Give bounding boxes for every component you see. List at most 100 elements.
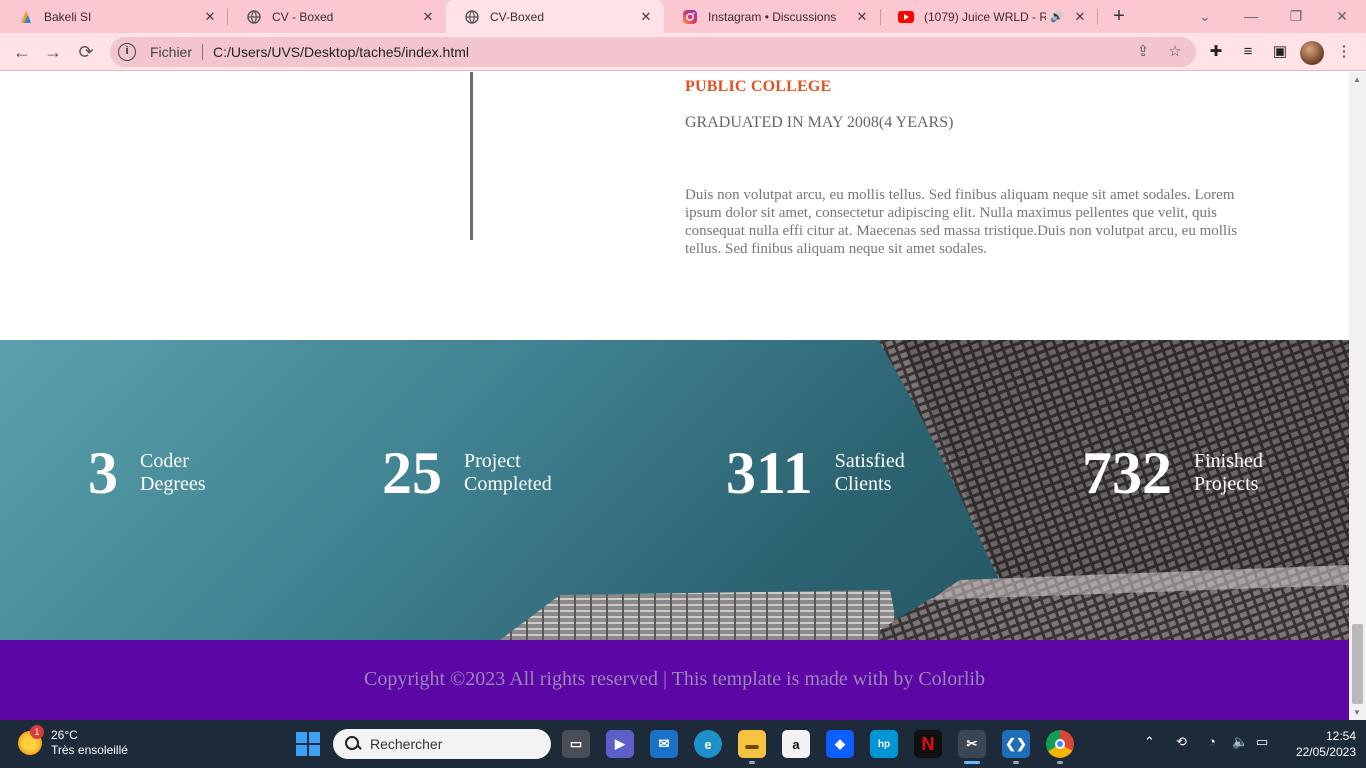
show-hidden-icons-chevron-icon[interactable]: ⌃ <box>1144 734 1155 750</box>
page-scrollbar[interactable]: ▲ ▼ <box>1349 72 1366 720</box>
media-controls-icon[interactable]: ≡ <box>1238 42 1258 62</box>
scheme-label: Fichier <box>150 44 193 60</box>
side-panel-icon[interactable]: ▣ <box>1270 42 1290 62</box>
globe-icon <box>464 9 480 25</box>
edge-icon[interactable]: e <box>694 730 722 758</box>
clock-date: 22/05/2023 <box>1295 745 1356 759</box>
copyright-text: Copyright ©2023 All rights reserved | Th… <box>364 668 985 690</box>
stat-label: Project Completed <box>464 450 552 496</box>
browser-toolbar: ← → ⟳ i Fichier C:/Users/UVS/Desktop/tac… <box>0 33 1366 71</box>
stat-label-line1: Project <box>464 450 521 472</box>
education-school: PUBLIC COLLEGE <box>685 78 832 95</box>
tab-strip: Bakeli SI ✕ CV - Boxed ✕ CV-Boxed ✕ Inst… <box>0 0 1366 33</box>
task-view-icon[interactable]: ▭ <box>562 730 590 758</box>
stat-label: Coder Degrees <box>140 450 206 496</box>
stat-coder-degrees: 3 Coder Degrees <box>88 440 206 506</box>
share-icon[interactable]: ⇪ <box>1134 43 1152 61</box>
stat-value: 25 <box>382 440 442 506</box>
vscode-icon[interactable]: ❮❯ <box>1002 730 1030 764</box>
wifi-icon[interactable]: ◔ <box>1208 734 1216 749</box>
close-tab-icon[interactable]: ✕ <box>420 9 436 25</box>
amazon-icon[interactable]: a <box>782 730 810 758</box>
tab-bakeli[interactable]: Bakeli SI ✕ <box>0 0 228 33</box>
file-explorer-icon[interactable]: ▬ <box>738 730 766 764</box>
forward-icon[interactable]: → <box>41 40 65 64</box>
site-info-icon[interactable]: i <box>118 43 136 61</box>
tab-separator <box>1097 9 1098 25</box>
reload-icon[interactable]: ⟳ <box>74 40 98 64</box>
education-date: GRADUATED IN MAY 2008(4 YEARS) <box>685 114 954 131</box>
dropbox-icon[interactable]: ◆ <box>826 730 854 758</box>
speaker-icon[interactable]: 🔊 <box>1050 10 1064 23</box>
close-tab-icon[interactable]: ✕ <box>202 9 218 25</box>
stat-label: Finished Projects <box>1194 450 1263 496</box>
windows-start-icon[interactable] <box>296 732 320 756</box>
close-tab-icon[interactable]: ✕ <box>638 9 654 25</box>
bookmark-star-icon[interactable]: ☆ <box>1166 43 1184 61</box>
back-icon[interactable]: ← <box>10 40 34 64</box>
tab-title: CV - Boxed <box>272 9 334 24</box>
weather-temp: 26°C <box>51 728 78 742</box>
stat-label-line2: Clients <box>834 473 892 495</box>
instagram-icon <box>682 9 698 25</box>
close-tab-icon[interactable]: ✕ <box>854 9 870 25</box>
battery-icon[interactable]: ▭ <box>1256 734 1268 750</box>
divider <box>202 44 204 60</box>
new-tab-button[interactable]: + <box>1108 6 1130 28</box>
weather-condition: Très ensoleillé <box>51 743 128 757</box>
search-placeholder: Rechercher <box>370 736 443 752</box>
tab-youtube[interactable]: (1079) Juice WRLD - Righ 🔊 ✕ <box>880 0 1098 33</box>
weather-widget[interactable]: 1 26°C Très ensoleillé <box>18 725 128 758</box>
tab-title: Bakeli SI <box>44 9 92 24</box>
tab-instagram[interactable]: Instagram • Discussions ✕ <box>664 0 880 33</box>
stat-label-line2: Completed <box>464 473 552 495</box>
address-bar[interactable]: i Fichier C:/Users/UVS/Desktop/tache5/in… <box>110 37 1196 67</box>
sync-icon[interactable]: ⟲ <box>1176 734 1187 750</box>
page-footer: Copyright ©2023 All rights reserved | Th… <box>0 640 1349 720</box>
restore-icon[interactable]: ❐ <box>1284 4 1308 28</box>
stat-finished-projects: 732 Finished Projects <box>1082 440 1263 506</box>
weather-text: 26°C Très ensoleillé <box>51 728 128 758</box>
myhp-icon[interactable]: hp <box>870 730 898 758</box>
education-description: Duis non volutpat arcu, eu mollis tellus… <box>685 187 1238 257</box>
stat-value: 311 <box>726 440 813 506</box>
chrome-icon[interactable] <box>1046 730 1074 764</box>
taskbar-search[interactable]: Rechercher <box>333 729 551 759</box>
scroll-up-icon[interactable]: ▲ <box>1353 75 1361 84</box>
stat-label-line1: Coder <box>140 450 189 472</box>
stat-value: 732 <box>1082 440 1172 506</box>
stat-project-completed: 25 Project Completed <box>382 440 552 506</box>
close-tab-icon[interactable]: ✕ <box>1072 9 1088 25</box>
teams-icon[interactable]: ▶ <box>606 730 634 758</box>
scroll-down-icon[interactable]: ▼ <box>1353 708 1361 717</box>
clock-time: 12:54 <box>1325 729 1356 743</box>
scrollbar-thumb[interactable] <box>1352 624 1363 704</box>
tab-title: (1079) Juice WRLD - Righ <box>924 9 1047 24</box>
url-text[interactable]: C:/Users/UVS/Desktop/tache5/index.html <box>213 44 469 60</box>
search-icon <box>345 736 361 752</box>
tab-title: CV-Boxed <box>490 9 545 24</box>
sun-icon: 1 <box>18 725 44 755</box>
globe-icon <box>246 9 262 25</box>
stat-label-line2: Degrees <box>140 473 206 495</box>
bakeli-favicon-icon <box>18 9 34 25</box>
stat-value: 3 <box>88 440 118 506</box>
volume-icon[interactable]: 🔈 <box>1232 734 1248 750</box>
close-window-icon[interactable]: ✕ <box>1330 4 1354 28</box>
netflix-icon[interactable]: N <box>914 730 942 758</box>
profile-avatar[interactable] <box>1300 41 1324 65</box>
tab-search-chevron-icon[interactable]: ⌄ <box>1193 4 1217 28</box>
tab-cv-boxed[interactable]: CV - Boxed ✕ <box>228 0 446 33</box>
mail-icon[interactable]: ✉ <box>650 730 678 758</box>
tab-cv-boxed-active[interactable]: CV-Boxed ✕ <box>446 0 664 33</box>
extensions-icon[interactable]: ✚ <box>1206 42 1226 62</box>
stat-label: Satisfied Clients <box>835 450 905 496</box>
notification-badge: 1 <box>30 725 44 739</box>
timeline-line <box>470 72 473 240</box>
snipping-tool-icon[interactable]: ✂ <box>958 730 986 764</box>
menu-kebab-icon[interactable]: ⋮ <box>1334 42 1354 62</box>
page-viewport: PUBLIC COLLEGE GRADUATED IN MAY 2008(4 Y… <box>0 72 1349 720</box>
stat-label-line1: Satisfied <box>834 450 905 472</box>
system-clock[interactable]: 12:54 22/05/2023 <box>1284 728 1356 760</box>
minimize-icon[interactable]: — <box>1239 4 1263 28</box>
